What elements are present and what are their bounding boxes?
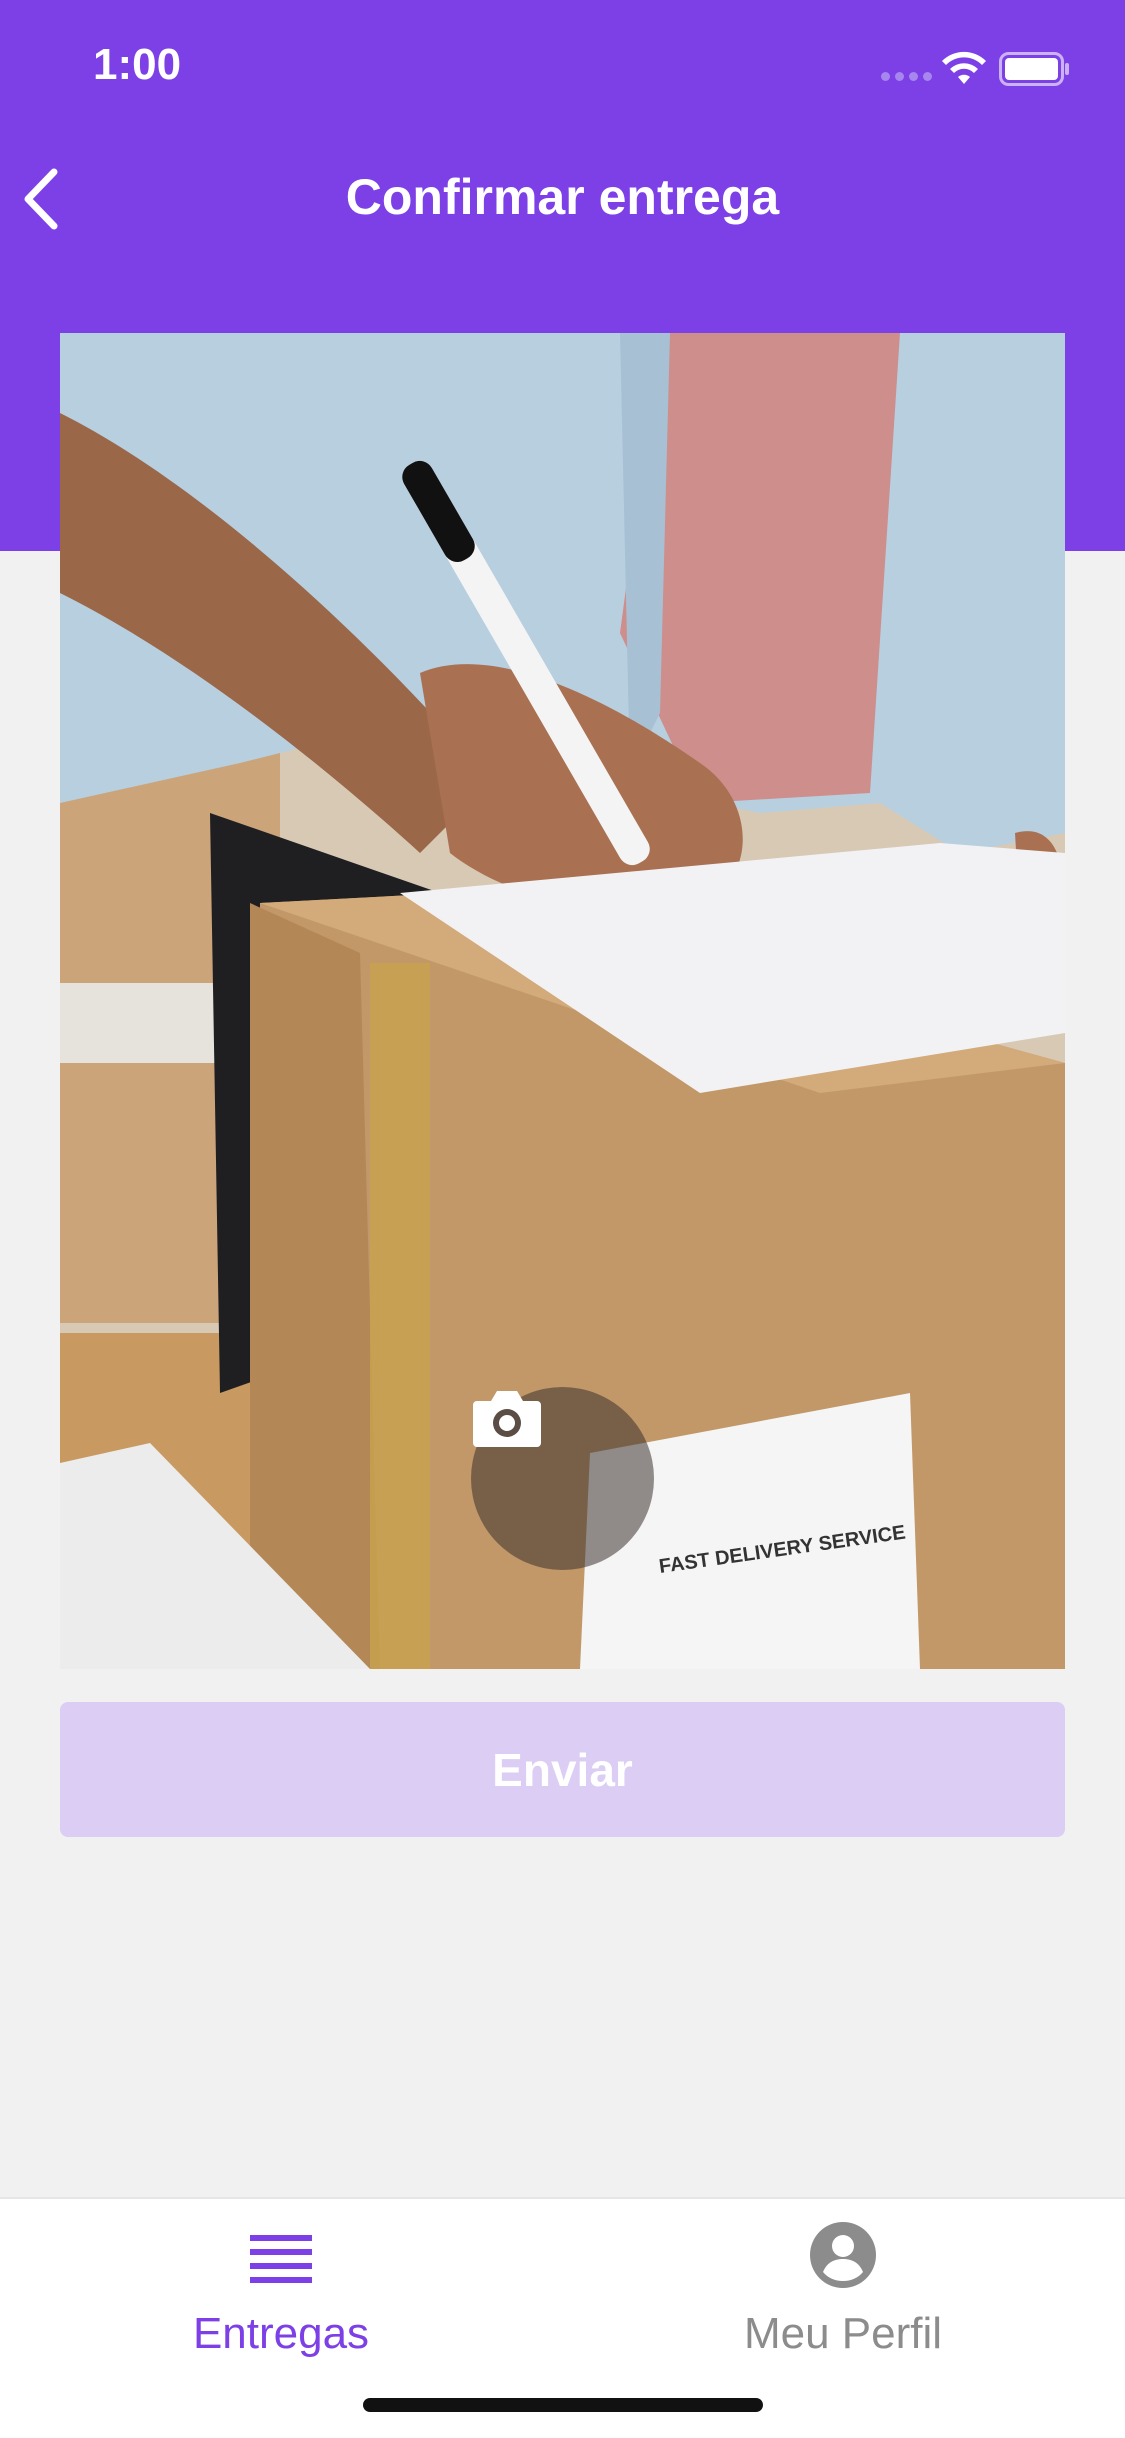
- signal-icon: [881, 72, 935, 82]
- tab-profile-label: Meu Perfil: [743, 2309, 943, 2358]
- battery-icon: [999, 52, 1069, 86]
- tab-deliveries-label: Entregas: [192, 2309, 370, 2358]
- camera-icon: [473, 1391, 541, 1447]
- tab-deliveries[interactable]: Entregas: [0, 2199, 562, 2399]
- submit-button[interactable]: Enviar: [60, 1702, 1065, 1837]
- tab-profile[interactable]: Meu Perfil: [562, 2199, 1124, 2399]
- list-icon: [250, 2235, 312, 2283]
- page-title: Confirmar entrega: [345, 169, 780, 225]
- delivery-photo: FAST DELIVERY SERVICE: [60, 333, 1065, 1669]
- account-circle-icon: [810, 2222, 876, 2288]
- wifi-icon: [942, 51, 986, 84]
- status-time: 1:00: [93, 40, 182, 89]
- home-indicator: [363, 2398, 763, 2412]
- take-photo-button[interactable]: [471, 1387, 654, 1570]
